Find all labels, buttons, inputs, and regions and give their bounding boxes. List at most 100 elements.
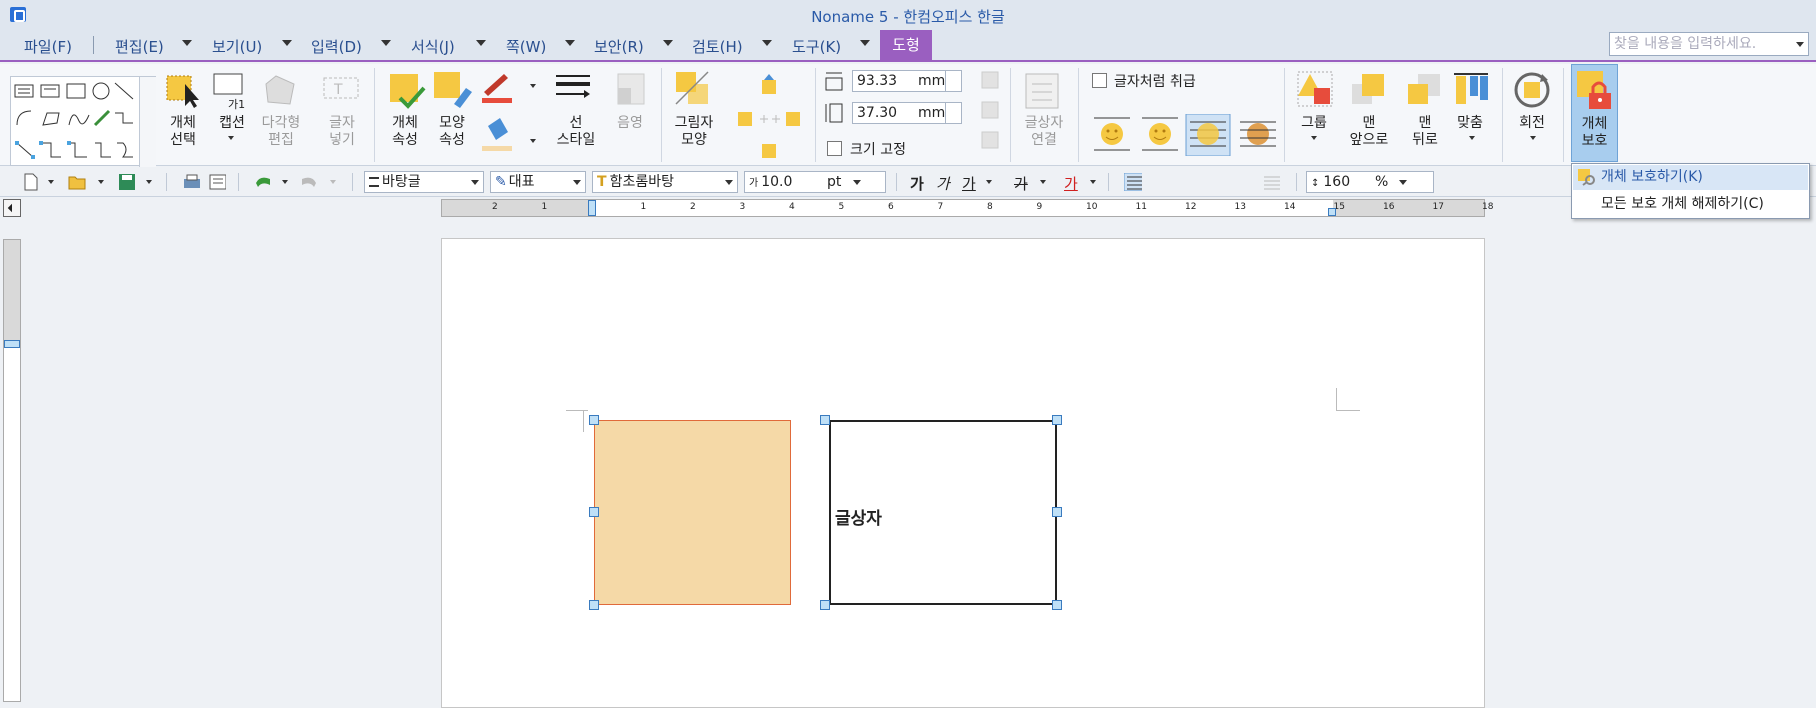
chevron-down-icon[interactable] bbox=[471, 180, 479, 185]
chevron-down-icon[interactable] bbox=[1796, 42, 1804, 47]
chevron-down-icon[interactable] bbox=[663, 40, 673, 46]
new-document-icon[interactable] bbox=[22, 173, 40, 191]
resize-handle[interactable] bbox=[1052, 600, 1062, 610]
chevron-down-icon[interactable] bbox=[476, 40, 486, 46]
chevron-down-icon[interactable] bbox=[860, 40, 870, 46]
bold-button[interactable]: 가 bbox=[910, 173, 924, 194]
rectangle-shape[interactable] bbox=[594, 420, 791, 605]
menu-page[interactable]: 쪽(W) bbox=[506, 36, 546, 57]
insert-text-button[interactable]: 글자 넣기 bbox=[322, 115, 362, 149]
menu-view[interactable]: 보기(U) bbox=[212, 36, 262, 57]
shade-button[interactable]: 음영 bbox=[610, 115, 650, 132]
chevron-down-icon[interactable] bbox=[282, 40, 292, 46]
font-size-stepper[interactable]: 가 10.0 pt bbox=[744, 171, 886, 193]
resize-handle[interactable] bbox=[589, 415, 599, 425]
object-props-button[interactable]: 개체 속성 bbox=[385, 115, 425, 149]
redo-icon[interactable] bbox=[298, 173, 316, 191]
select-object-button[interactable]: 개체 선택 bbox=[163, 115, 203, 149]
chevron-down-icon[interactable] bbox=[986, 180, 992, 184]
distribute-icon[interactable] bbox=[1262, 173, 1280, 191]
chevron-down-icon[interactable] bbox=[98, 180, 104, 184]
line-style-button[interactable]: 선 스타일 bbox=[548, 115, 604, 149]
chevron-down-icon[interactable] bbox=[530, 84, 536, 88]
resize-handle[interactable] bbox=[589, 507, 599, 517]
resize-handle[interactable] bbox=[1052, 507, 1062, 517]
fix-size-checkbox[interactable] bbox=[827, 141, 842, 156]
chevron-down-icon[interactable] bbox=[565, 40, 575, 46]
font-select[interactable]: T 함초롬바탕 bbox=[592, 171, 738, 193]
paragraph-align-icons[interactable] bbox=[1124, 173, 1142, 191]
group-button[interactable]: 그룹 bbox=[1296, 115, 1332, 132]
undo-icon[interactable] bbox=[252, 173, 270, 191]
protect-object-item[interactable]: 개체 보호하기(K) bbox=[1573, 165, 1808, 190]
height-stepper[interactable]: 37.30 mm bbox=[852, 102, 962, 124]
chevron-down-icon[interactable] bbox=[48, 180, 54, 184]
menu-file[interactable]: 파일(F) bbox=[24, 36, 72, 57]
chevron-down-icon[interactable] bbox=[573, 180, 581, 185]
chevron-down-icon[interactable] bbox=[1399, 180, 1407, 185]
menu-edit[interactable]: 편집(E) bbox=[115, 36, 164, 57]
print-icon[interactable] bbox=[182, 173, 200, 191]
width-stepper[interactable]: 93.33 mm bbox=[852, 70, 962, 92]
open-folder-icon[interactable] bbox=[68, 173, 86, 191]
chevron-down-icon[interactable] bbox=[282, 180, 288, 184]
chevron-down-icon[interactable] bbox=[1040, 180, 1046, 184]
ruler-right-marker[interactable] bbox=[1328, 208, 1336, 216]
chevron-down-icon[interactable] bbox=[1090, 180, 1096, 184]
chevron-down-icon[interactable] bbox=[330, 180, 336, 184]
align-button[interactable]: 맞춤 bbox=[1450, 115, 1490, 132]
menu-tools[interactable]: 도구(K) bbox=[792, 36, 841, 57]
textbox-text[interactable]: 글상자 bbox=[835, 504, 882, 529]
chevron-down-icon[interactable] bbox=[228, 136, 234, 140]
resize-handle[interactable] bbox=[820, 600, 830, 610]
print-preview-icon[interactable] bbox=[208, 173, 226, 191]
horizontal-ruler[interactable]: 2 1 1 2 3 4 5 6 7 8 9 10 11 12 13 14 15 16 17 18 bbox=[441, 199, 1493, 217]
italic-button[interactable]: 가 bbox=[936, 173, 950, 194]
resize-handle[interactable] bbox=[589, 600, 599, 610]
chevron-down-icon[interactable] bbox=[725, 180, 733, 185]
textbox-link-button[interactable]: 글상자 연결 bbox=[1018, 115, 1070, 149]
gallery-scroll[interactable] bbox=[139, 77, 156, 167]
chevron-down-icon[interactable] bbox=[182, 40, 192, 46]
chevron-down-icon[interactable] bbox=[1469, 136, 1475, 140]
chevron-down-icon[interactable] bbox=[762, 40, 772, 46]
vertical-ruler[interactable] bbox=[3, 239, 21, 702]
chevron-down-icon[interactable] bbox=[853, 180, 861, 185]
resize-handle[interactable] bbox=[820, 415, 830, 425]
ruler-top-marker[interactable] bbox=[4, 340, 20, 348]
strikethrough-button[interactable]: 가 bbox=[1014, 173, 1028, 194]
object-protect-button[interactable]: 개체 보호 bbox=[1571, 64, 1618, 162]
shape-gallery[interactable] bbox=[10, 76, 156, 167]
search-input[interactable]: 찾을 내용을 입력하세요. bbox=[1609, 32, 1809, 56]
chevron-down-icon[interactable] bbox=[1530, 136, 1536, 140]
font-color-button[interactable]: 가 bbox=[1064, 173, 1078, 194]
ruler-corner-button[interactable] bbox=[3, 199, 21, 217]
style-select[interactable]: 바탕글 bbox=[364, 171, 484, 193]
bring-front-button[interactable]: 맨 앞으로 bbox=[1340, 115, 1398, 149]
caption-button[interactable]: 캡션 bbox=[212, 115, 252, 132]
underline-button[interactable]: 가 bbox=[962, 173, 976, 194]
menu-insert[interactable]: 입력(D) bbox=[311, 36, 362, 57]
menu-format[interactable]: 서식(J) bbox=[411, 36, 455, 57]
chevron-down-icon[interactable] bbox=[146, 180, 152, 184]
rotate-button[interactable]: 회전 bbox=[1512, 115, 1552, 132]
text-wrap-gallery[interactable] bbox=[1090, 114, 1290, 156]
polygon-edit-button[interactable]: 다각형 편집 bbox=[256, 115, 306, 149]
stepper-buttons[interactable] bbox=[945, 103, 961, 123]
ruler-indent-marker[interactable] bbox=[588, 200, 596, 216]
stepper-buttons[interactable] bbox=[945, 71, 961, 91]
chevron-down-icon[interactable] bbox=[381, 40, 391, 46]
line-spacing-stepper[interactable]: ↕ 160 % bbox=[1306, 171, 1434, 193]
resize-handle[interactable] bbox=[1052, 415, 1062, 425]
chevron-down-icon[interactable] bbox=[1311, 136, 1317, 140]
chevron-down-icon[interactable] bbox=[530, 139, 536, 143]
menu-security[interactable]: 보안(R) bbox=[594, 36, 644, 57]
treat-as-char-checkbox[interactable] bbox=[1092, 73, 1107, 88]
send-back-button[interactable]: 맨 뒤로 bbox=[1400, 115, 1450, 149]
save-icon[interactable] bbox=[118, 173, 136, 191]
menu-review[interactable]: 검토(H) bbox=[692, 36, 743, 57]
shadow-shape-button[interactable]: 그림자 모양 bbox=[668, 115, 720, 149]
shape-props-button[interactable]: 모양 속성 bbox=[432, 115, 472, 149]
textbox-shape[interactable]: 글상자 bbox=[829, 420, 1057, 605]
unprotect-all-item[interactable]: 모든 보호 개체 해제하기(C) bbox=[1573, 192, 1808, 217]
